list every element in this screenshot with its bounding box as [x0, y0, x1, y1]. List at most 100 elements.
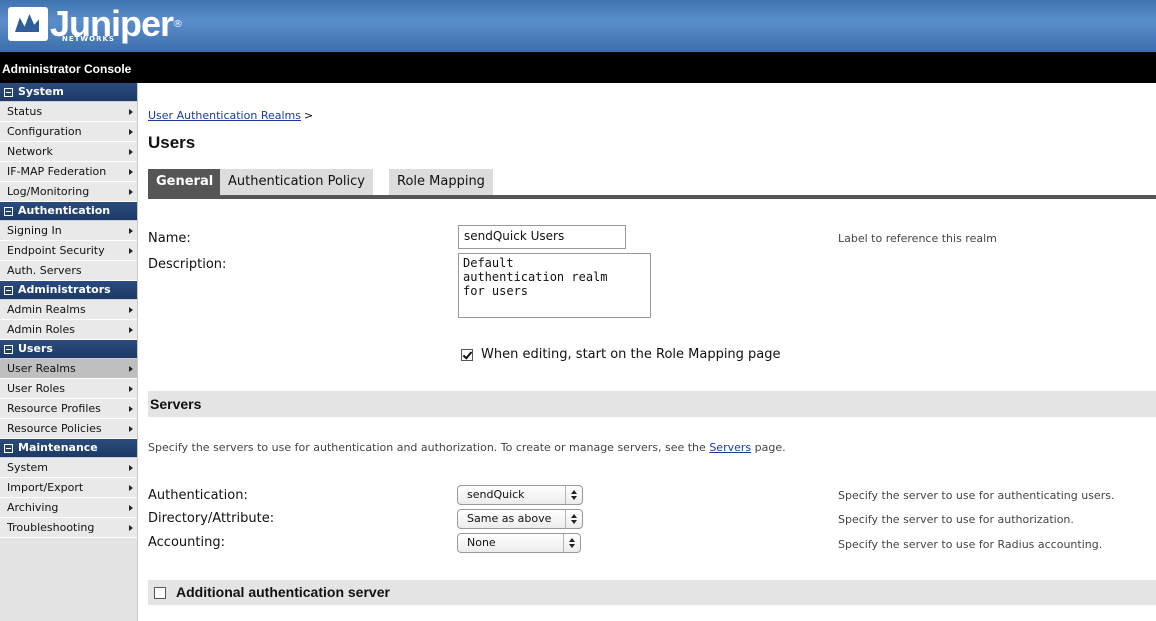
sidebar-section-system[interactable]: System — [0, 83, 137, 102]
sidebar-item-label: User Realms — [7, 362, 76, 375]
sidebar-item-resource-policies[interactable]: Resource Policies — [0, 419, 137, 439]
sidebar-item-label: Resource Profiles — [7, 402, 101, 415]
directory-select[interactable]: Same as above — [457, 509, 583, 529]
collapse-icon — [4, 443, 13, 453]
sidebar-section-maintenance[interactable]: Maintenance — [0, 439, 137, 458]
select-arrows-icon — [563, 534, 580, 552]
tab-authentication-policy[interactable]: Authentication Policy — [220, 169, 373, 195]
authentication-label: Authentication: — [148, 488, 248, 503]
chevron-right-icon — [129, 525, 133, 531]
authentication-select[interactable]: sendQuick — [457, 485, 583, 505]
chevron-right-icon — [129, 228, 133, 234]
directory-label: Directory/Attribute: — [148, 511, 275, 526]
sidebar-item-troubleshooting[interactable]: Troubleshooting — [0, 518, 137, 538]
sidebar-item-label: Troubleshooting — [7, 521, 95, 534]
select-arrows-icon — [565, 510, 582, 528]
chevron-right-icon — [129, 386, 133, 392]
sidebar-section-label: Maintenance — [18, 441, 98, 454]
sidebar-item-archiving[interactable]: Archiving — [0, 498, 137, 518]
additional-auth-label: Additional authentication server — [176, 584, 390, 600]
authentication-select-value: sendQuick — [467, 488, 525, 501]
chevron-right-icon — [129, 366, 133, 372]
sidebar-section-label: System — [18, 85, 64, 98]
sidebar-item-label: Archiving — [7, 501, 59, 514]
chevron-right-icon — [129, 426, 133, 432]
sidebar-section-authentication[interactable]: Authentication — [0, 202, 137, 221]
sidebar: System Status Configuration Network IF-MAP F… — [0, 83, 138, 621]
collapse-icon — [4, 285, 13, 295]
juniper-logo: Juniper ® NETWORKS — [8, 4, 183, 44]
sidebar-item-admin-realms[interactable]: Admin Realms — [0, 300, 137, 320]
page-title: Users — [148, 133, 196, 152]
sidebar-item-label: Import/Export — [7, 481, 84, 494]
brand-sub: NETWORKS — [62, 35, 115, 43]
sidebar-item-user-roles[interactable]: User Roles — [0, 379, 137, 399]
tab-bar: General Authentication Policy Role Mappi… — [148, 167, 1156, 199]
authentication-hint: Specify the server to use for authentica… — [838, 489, 1115, 502]
sidebar-section-label: Authentication — [18, 204, 111, 217]
sidebar-item-label: IF-MAP Federation — [7, 165, 107, 178]
chevron-right-icon — [129, 169, 133, 175]
sidebar-item-label: Log/Monitoring — [7, 185, 90, 198]
directory-hint: Specify the server to use for authorizat… — [838, 513, 1074, 526]
breadcrumb: User Authentication Realms > — [148, 109, 313, 122]
chevron-right-icon — [129, 149, 133, 155]
sidebar-item-label: Network — [7, 145, 53, 158]
name-input[interactable]: sendQuick Users — [458, 225, 626, 249]
sidebar-item-label: Resource Policies — [7, 422, 102, 435]
servers-title: Servers — [150, 396, 202, 412]
additional-auth-checkbox[interactable] — [154, 587, 166, 599]
sidebar-item-label: Status — [7, 105, 43, 118]
sidebar-item-label: Admin Roles — [7, 323, 75, 336]
sidebar-item-log-monitoring[interactable]: Log/Monitoring — [0, 182, 137, 202]
console-title: Administrator Console — [2, 62, 132, 76]
sidebar-item-user-realms[interactable]: User Realms — [0, 359, 137, 379]
sidebar-section-label: Administrators — [18, 283, 111, 296]
servers-intro: Specify the servers to use for authentic… — [148, 441, 786, 454]
servers-page-link[interactable]: Servers — [709, 441, 751, 454]
chevron-right-icon — [129, 307, 133, 313]
servers-section-header: Servers — [148, 391, 1156, 417]
sidebar-item-if-map-federation[interactable]: IF-MAP Federation — [0, 162, 137, 182]
directory-select-value: Same as above — [467, 512, 552, 525]
chevron-right-icon — [129, 327, 133, 333]
description-label: Description: — [148, 257, 227, 272]
sidebar-item-label: Admin Realms — [7, 303, 86, 316]
tab-general[interactable]: General — [148, 169, 222, 195]
role-mapping-checkbox[interactable] — [461, 349, 473, 361]
role-mapping-label: When editing, start on the Role Mapping … — [481, 347, 781, 362]
chevron-right-icon — [129, 465, 133, 471]
sidebar-section-administrators[interactable]: Administrators — [0, 281, 137, 300]
sidebar-item-configuration[interactable]: Configuration — [0, 122, 137, 142]
accounting-select-value: None — [467, 536, 496, 549]
tab-role-mapping[interactable]: Role Mapping — [389, 169, 493, 195]
sidebar-item-endpoint-security[interactable]: Endpoint Security — [0, 241, 137, 261]
breadcrumb-link-user-auth-realms[interactable]: User Authentication Realms — [148, 109, 301, 122]
sidebar-item-signing-in[interactable]: Signing In — [0, 221, 137, 241]
chevron-right-icon — [129, 129, 133, 135]
sidebar-item-import-export[interactable]: Import/Export — [0, 478, 137, 498]
collapse-icon — [4, 344, 13, 354]
sidebar-item-network[interactable]: Network — [0, 142, 137, 162]
sidebar-item-label: Auth. Servers — [7, 264, 82, 277]
sidebar-item-system[interactable]: System — [0, 458, 137, 478]
console-bar: Administrator Console — [0, 52, 1156, 83]
sidebar-item-status[interactable]: Status — [0, 102, 137, 122]
juniper-logo-icon — [8, 7, 48, 41]
sidebar-item-label: System — [7, 461, 49, 474]
name-hint: Label to reference this realm — [838, 232, 997, 245]
accounting-hint: Specify the server to use for Radius acc… — [838, 538, 1103, 551]
description-textarea[interactable]: Default authentication realm for users — [458, 253, 651, 318]
accounting-select[interactable]: None — [457, 533, 581, 553]
sidebar-section-users[interactable]: Users — [0, 340, 137, 359]
chevron-right-icon — [129, 485, 133, 491]
sidebar-item-admin-roles[interactable]: Admin Roles — [0, 320, 137, 340]
sidebar-item-label: Configuration — [7, 125, 82, 138]
accounting-label: Accounting: — [148, 535, 225, 550]
sidebar-item-resource-profiles[interactable]: Resource Profiles — [0, 399, 137, 419]
header-banner: Juniper ® NETWORKS — [0, 0, 1156, 52]
additional-auth-section: Additional authentication server — [148, 580, 1156, 605]
sidebar-item-auth-servers[interactable]: Auth. Servers — [0, 261, 137, 281]
sidebar-section-label: Users — [18, 342, 53, 355]
sidebar-item-label: Endpoint Security — [7, 244, 105, 257]
